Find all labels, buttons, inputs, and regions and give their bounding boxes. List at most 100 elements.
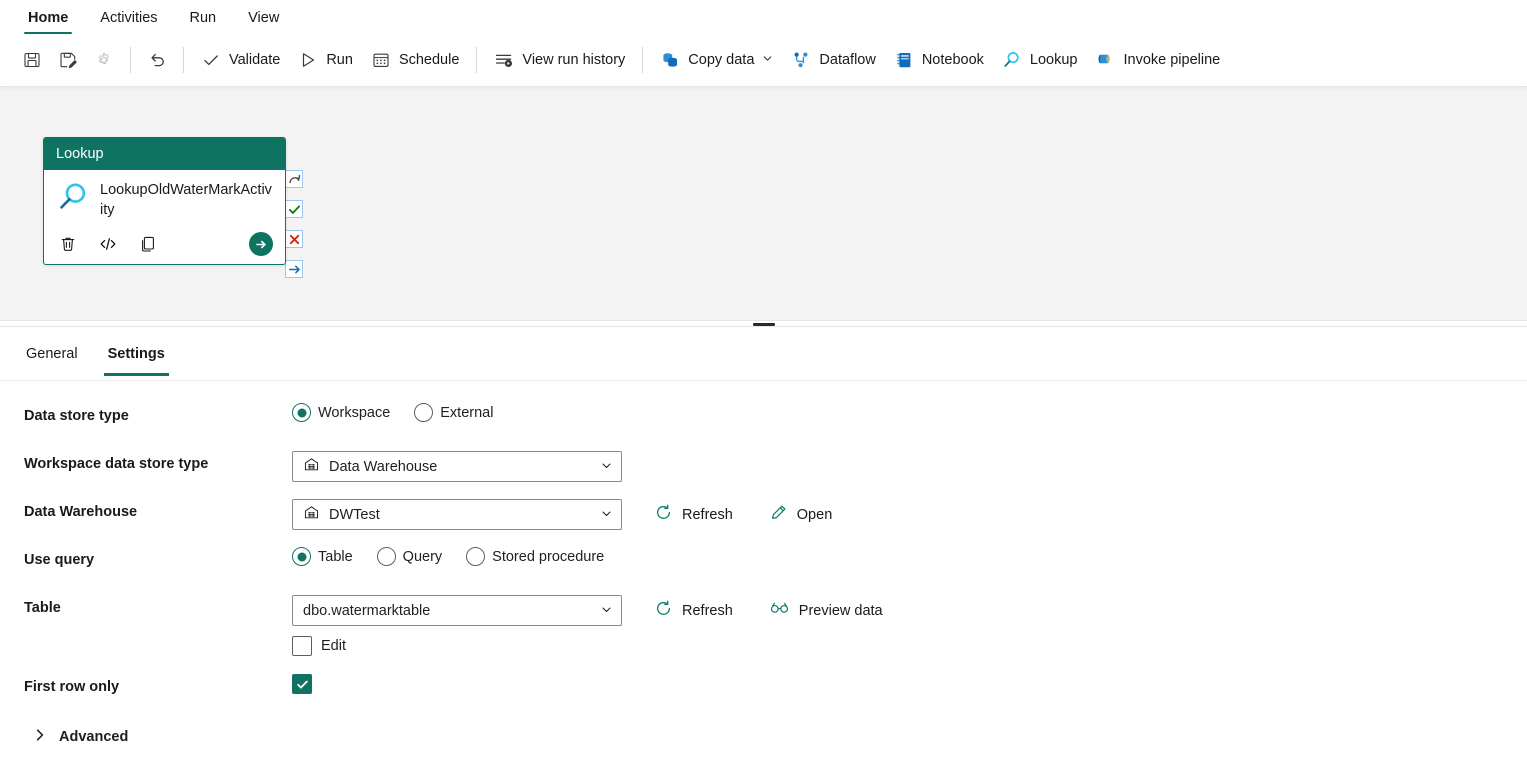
- copy-data-icon: [660, 50, 680, 70]
- code-icon[interactable]: [98, 234, 118, 254]
- data-warehouse-value: DWTest: [329, 506, 380, 523]
- ribbon-tab-view[interactable]: View: [234, 7, 293, 34]
- data-warehouse-refresh-button[interactable]: Refresh: [650, 499, 737, 530]
- validate-button[interactable]: Validate: [192, 42, 289, 78]
- delete-icon[interactable]: [58, 234, 78, 254]
- tab-settings[interactable]: Settings: [96, 332, 177, 376]
- activity-node-actions: [44, 232, 285, 264]
- radio-table[interactable]: Table: [292, 547, 353, 566]
- table-control: dbo.watermarktable Refresh Preview data …: [292, 595, 887, 656]
- dataflow-icon: [791, 50, 811, 70]
- workspace-data-store-type-label: Workspace data store type: [24, 456, 209, 472]
- ribbon-tab-activities[interactable]: Activities: [86, 7, 171, 34]
- run-button[interactable]: Run: [289, 42, 362, 78]
- notebook-button[interactable]: Notebook: [885, 42, 993, 78]
- chevron-down-icon[interactable]: [601, 603, 612, 619]
- ribbon-tab-run[interactable]: Run: [176, 7, 231, 34]
- copy-data-label: Copy data: [688, 52, 755, 68]
- invoke-pipeline-icon: [1095, 50, 1115, 70]
- ribbon-tab-activities-label: Activities: [100, 10, 158, 26]
- warehouse-icon: [303, 504, 320, 525]
- radio-query[interactable]: Query: [376, 547, 443, 566]
- radio-stored-procedure-label: Stored procedure: [492, 548, 605, 565]
- schedule-button[interactable]: Schedule: [362, 42, 468, 78]
- checkmark-icon: [201, 50, 221, 70]
- schedule-label: Schedule: [398, 52, 460, 68]
- save-button[interactable]: [14, 42, 50, 78]
- properties-panel: General Settings Data store type Workspa…: [0, 327, 1527, 780]
- lookup-button[interactable]: Lookup: [993, 42, 1087, 78]
- tab-general[interactable]: General: [14, 332, 90, 376]
- data-warehouse-control: DWTest Refresh Open: [292, 499, 836, 530]
- chevron-down-icon[interactable]: [601, 459, 612, 475]
- data-warehouse-refresh-label: Refresh: [682, 506, 733, 523]
- workspace-data-store-type-dropdown[interactable]: Data Warehouse: [292, 451, 622, 482]
- notebook-icon: [894, 50, 914, 70]
- table-edit-checkbox-row[interactable]: Edit: [292, 636, 887, 656]
- radio-external-indicator[interactable]: [414, 403, 434, 422]
- data-warehouse-dropdown[interactable]: DWTest: [292, 499, 622, 530]
- copy-icon[interactable]: [138, 234, 158, 254]
- workspace-data-store-type-value: Data Warehouse: [329, 458, 438, 475]
- radio-stored-procedure-indicator[interactable]: [466, 547, 486, 566]
- on-skip-handle[interactable]: [285, 260, 303, 278]
- toolbar-separator-3: [476, 47, 478, 73]
- radio-table-indicator[interactable]: [292, 547, 311, 566]
- table-edit-label: Edit: [321, 638, 346, 654]
- tab-settings-label: Settings: [107, 345, 165, 362]
- settings-button[interactable]: [86, 42, 122, 78]
- toolbar-separator-2: [183, 47, 184, 73]
- validate-label: Validate: [229, 52, 281, 68]
- toolbar-separator-4: [642, 47, 644, 73]
- ribbon-tab-home-label: Home: [28, 10, 69, 26]
- gear-icon: [94, 50, 114, 70]
- copy-data-button[interactable]: Copy data: [651, 42, 782, 78]
- save-as-button[interactable]: [50, 42, 86, 78]
- ribbon-tab-run-label: Run: [189, 10, 217, 26]
- advanced-section-toggle[interactable]: Advanced: [24, 722, 1527, 746]
- radio-workspace-indicator[interactable]: [292, 403, 311, 422]
- splitter-grip-handle[interactable]: [752, 323, 775, 326]
- first-row-only-label: First row only: [24, 679, 120, 695]
- field-workspace-data-store-type: Workspace data store type Data Warehouse: [24, 451, 1527, 485]
- notebook-label: Notebook: [921, 52, 984, 68]
- radio-query-indicator[interactable]: [376, 547, 396, 566]
- on-failure-handle[interactable]: [285, 230, 303, 248]
- ribbon-tab-bar: Home Activities Run View: [0, 0, 1527, 34]
- dataflow-label: Dataflow: [819, 52, 876, 68]
- chevron-down-icon[interactable]: [762, 52, 773, 68]
- undo-button[interactable]: [139, 42, 175, 78]
- radio-external-label: External: [440, 404, 494, 421]
- run-activity-icon[interactable]: [249, 232, 273, 256]
- chevron-down-icon[interactable]: [601, 507, 612, 523]
- on-completion-handle[interactable]: [285, 170, 303, 188]
- first-row-only-control: [292, 674, 312, 694]
- panel-splitter[interactable]: [0, 320, 1527, 327]
- table-refresh-button[interactable]: Refresh: [650, 595, 737, 626]
- view-run-history-button[interactable]: View run history: [485, 42, 634, 78]
- radio-external[interactable]: External: [414, 403, 493, 422]
- on-success-handle[interactable]: [285, 200, 303, 218]
- ribbon-tab-view-label: View: [248, 10, 280, 26]
- invoke-pipeline-label: Invoke pipeline: [1123, 52, 1221, 68]
- activity-node-body: LookupOldWaterMarkActivity: [44, 170, 285, 232]
- lookup-activity-node[interactable]: Lookup LookupOldWaterMarkActivity: [43, 137, 286, 265]
- field-table: Table dbo.watermarktable Refresh Preview…: [24, 595, 1527, 656]
- data-warehouse-open-button[interactable]: Open: [765, 499, 836, 530]
- command-toolbar: Validate Run Schedule View run history C…: [0, 34, 1527, 87]
- radio-query-label: Query: [402, 548, 443, 565]
- use-query-label: Use query: [24, 552, 95, 568]
- radio-workspace[interactable]: Workspace: [292, 403, 390, 422]
- pipeline-canvas[interactable]: Lookup LookupOldWaterMarkActivity: [0, 87, 1527, 320]
- radio-stored-procedure[interactable]: Stored procedure: [466, 547, 604, 566]
- ribbon-tab-home[interactable]: Home: [14, 7, 82, 34]
- table-edit-checkbox[interactable]: [292, 636, 312, 656]
- data-store-type-control: Workspace External: [292, 403, 517, 422]
- preview-data-button[interactable]: Preview data: [765, 595, 887, 626]
- pencil-icon: [769, 503, 788, 526]
- first-row-only-checkbox[interactable]: [292, 674, 312, 694]
- invoke-pipeline-button[interactable]: Invoke pipeline: [1086, 42, 1229, 78]
- table-dropdown[interactable]: dbo.watermarktable: [292, 595, 622, 626]
- table-refresh-label: Refresh: [682, 602, 733, 619]
- dataflow-button[interactable]: Dataflow: [782, 42, 884, 78]
